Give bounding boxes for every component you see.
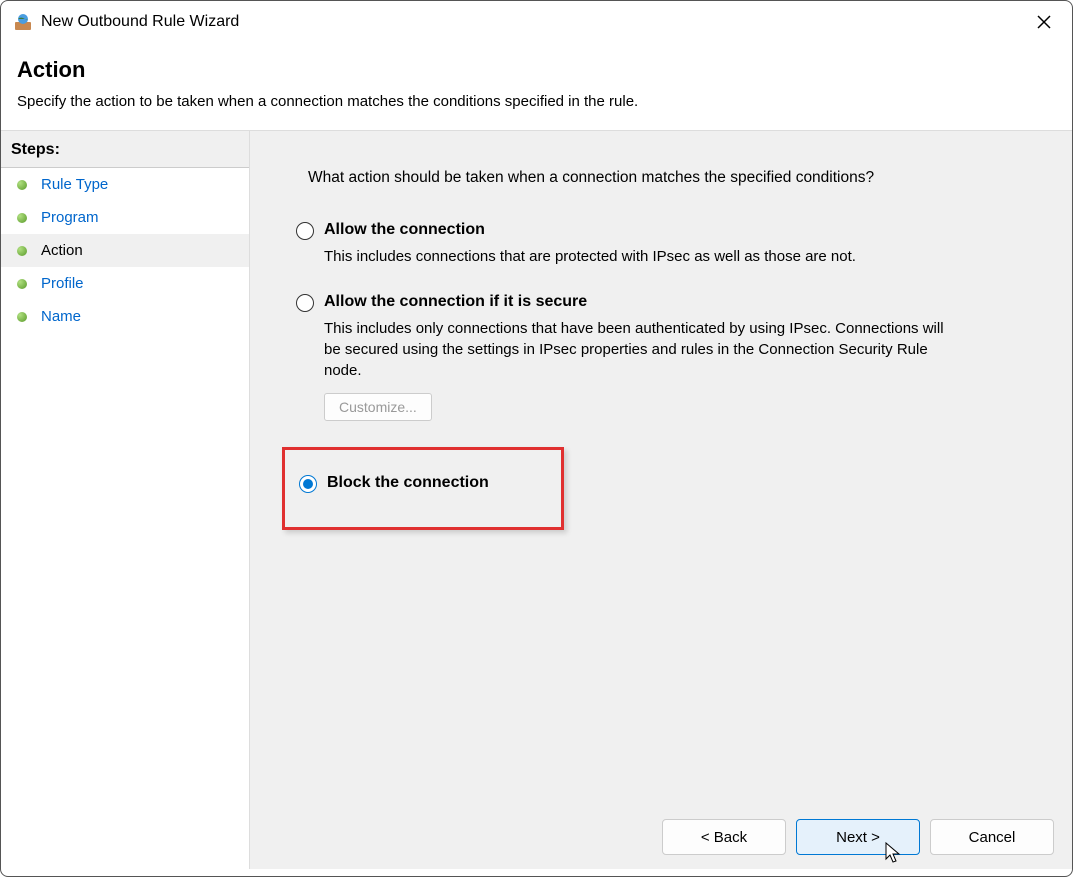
page-subtitle: Specify the action to be taken when a co… <box>17 93 1056 110</box>
option-allow-secure: Allow the connection if it is secure Thi… <box>296 293 1026 421</box>
sidebar-item-program[interactable]: Program <box>1 201 249 234</box>
bullet-icon <box>17 312 27 322</box>
option-allow: Allow the connection This includes conne… <box>296 221 1026 267</box>
question-text: What action should be taken when a conne… <box>308 169 1026 187</box>
customize-button: Customize... <box>324 393 432 421</box>
option-block: Block the connection <box>299 474 543 493</box>
button-row: < Back Next > Cancel <box>662 819 1054 855</box>
option-label: Block the connection <box>327 474 489 492</box>
radio-block[interactable] <box>299 475 317 493</box>
bullet-icon <box>17 279 27 289</box>
app-icon <box>13 12 33 32</box>
highlight-box: Block the connection <box>282 447 564 530</box>
option-desc: This includes connections that are prote… <box>324 246 944 267</box>
option-label: Allow the connection <box>324 221 485 239</box>
option-desc: This includes only connections that have… <box>324 318 944 381</box>
sidebar-item-name[interactable]: Name <box>1 300 249 333</box>
back-button[interactable]: < Back <box>662 819 786 855</box>
titlebar: New Outbound Rule Wizard <box>1 1 1072 43</box>
radio-allow-secure[interactable] <box>296 294 314 312</box>
bullet-icon <box>17 213 27 223</box>
next-button[interactable]: Next > <box>796 819 920 855</box>
sidebar-item-rule-type[interactable]: Rule Type <box>1 168 249 201</box>
sidebar-item-label: Profile <box>41 275 84 292</box>
content-area: Steps: Rule Type Program Action Profile … <box>1 131 1072 869</box>
sidebar-item-label: Action <box>41 242 83 259</box>
page-title: Action <box>17 57 1056 83</box>
radio-allow[interactable] <box>296 222 314 240</box>
window-title: New Outbound Rule Wizard <box>41 13 1028 31</box>
close-button[interactable] <box>1028 6 1060 38</box>
option-label: Allow the connection if it is secure <box>324 293 587 311</box>
sidebar-item-action[interactable]: Action <box>1 234 249 267</box>
sidebar-item-label: Rule Type <box>41 176 108 193</box>
close-icon <box>1036 14 1052 30</box>
bullet-icon <box>17 246 27 256</box>
header-section: Action Specify the action to be taken wh… <box>1 43 1072 131</box>
sidebar-item-profile[interactable]: Profile <box>1 267 249 300</box>
bullet-icon <box>17 180 27 190</box>
cancel-button[interactable]: Cancel <box>930 819 1054 855</box>
sidebar-item-label: Name <box>41 308 81 325</box>
sidebar: Steps: Rule Type Program Action Profile … <box>1 131 250 869</box>
sidebar-item-label: Program <box>41 209 99 226</box>
main-panel: What action should be taken when a conne… <box>250 131 1072 869</box>
sidebar-header: Steps: <box>1 131 249 168</box>
